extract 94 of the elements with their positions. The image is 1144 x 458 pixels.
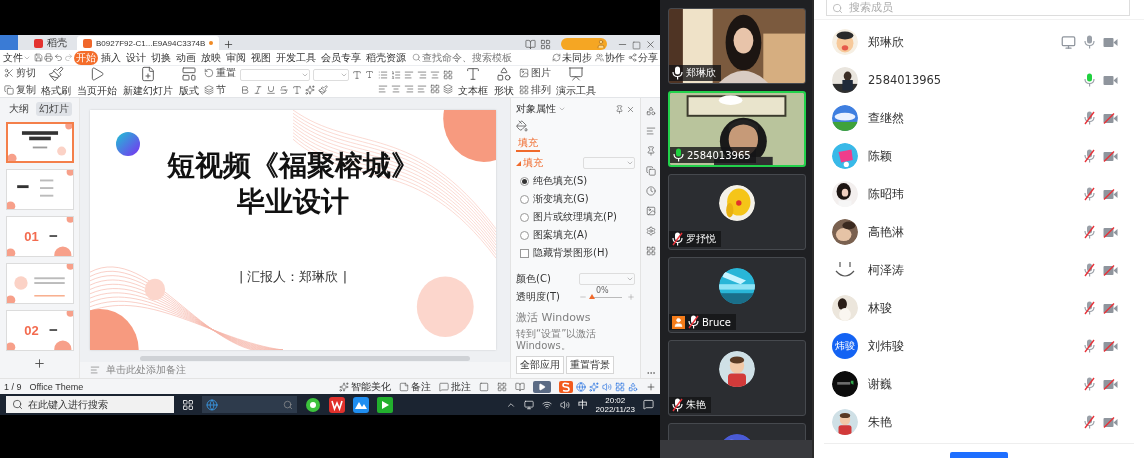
video-tile[interactable]: 郑琳欣 (668, 8, 806, 84)
member-row[interactable]: 炜骏 刘炜骏 (814, 327, 1144, 365)
panel-tab[interactable]: 大纲 (6, 102, 32, 116)
radio-option[interactable]: 渐变填充(G) (516, 192, 635, 206)
command-search-field[interactable]: 查找命令、搜索模板 (412, 52, 513, 63)
section-number: 02 (24, 323, 39, 338)
pane-button[interactable]: 重置背景 (566, 356, 614, 374)
video-tile[interactable]: 罗抒悦 (668, 174, 806, 250)
menu-tab[interactable]: 设计 (124, 50, 148, 65)
menu-tab[interactable]: 审阅 (224, 50, 248, 65)
member-name: 柯泽涛 (868, 262, 904, 278)
toolbar-button[interactable]: 形状 (493, 65, 515, 98)
member-row[interactable]: 陈颖 (814, 137, 1144, 175)
toolbar-button[interactable]: 版式 (178, 65, 200, 98)
menu-tab[interactable]: 视图 (249, 50, 273, 65)
toolbar-button[interactable]: 复制 (4, 83, 36, 97)
notes-placeholder[interactable]: 单击此处添加备注 (106, 363, 186, 377)
taskbar-search-field[interactable]: 在此键入进行搜索 (6, 396, 174, 413)
member-row[interactable]: 郑琳欣 (814, 23, 1144, 61)
status-button[interactable]: 备注 (399, 379, 431, 394)
toolbar-button[interactable]: 重置 (204, 66, 236, 80)
checkbox-option[interactable]: 隐藏背景图形(H) (516, 246, 635, 260)
pane-title: 对象属性 (516, 102, 556, 116)
member-row[interactable]: 高艳淋 (814, 213, 1144, 251)
member-name: 陈颖 (868, 148, 892, 164)
participant-name: Bruce (702, 316, 731, 328)
pane-button[interactable]: 全部应用 (516, 356, 564, 374)
radio-option[interactable]: 纯色填充(S) (516, 174, 635, 188)
member-name: 高艳淋 (868, 224, 904, 240)
presenter-text: | 汇报人：郑琳欣 | (239, 268, 347, 286)
toolbar-button[interactable]: 文本框 (457, 65, 489, 98)
member-name: 2584013965 (868, 73, 942, 87)
video-tile[interactable]: 2584013965 (668, 91, 806, 167)
toolbar-button[interactable]: 格式刷 (40, 65, 72, 98)
participant-name: 罗抒悦 (686, 232, 716, 246)
toolbar-button[interactable]: 当页开始 (76, 65, 118, 98)
radio-option[interactable]: 图案填充(A) (516, 228, 635, 242)
participant-name: 郑琳欣 (686, 66, 716, 80)
member-name: 查继然 (868, 110, 904, 126)
toolbar-button[interactable]: 新建幻灯片 (122, 65, 174, 98)
member-row[interactable]: 查继然 (814, 99, 1144, 137)
member-name: 刘炜骏 (868, 338, 904, 354)
menu-tab[interactable]: 文件 (1, 50, 33, 65)
menu-tab[interactable]: 放映 (199, 50, 223, 65)
radio-option[interactable]: 图片或纹理填充(P) (516, 210, 635, 224)
video-tile[interactable]: 朱艳 (668, 340, 806, 416)
activation-watermark: 转到“设置”以激活 Windows。 (516, 328, 598, 352)
participant-name: 朱艳 (686, 398, 706, 412)
member-row[interactable]: 陈昭玮 (814, 175, 1144, 213)
member-name: 朱艳 (868, 414, 892, 430)
status-button[interactable]: 批注 (439, 379, 471, 394)
participant-name: 2584013965 (687, 149, 751, 161)
menu-tab[interactable]: 动画 (174, 50, 198, 65)
menu-tab[interactable]: 插入 (99, 50, 123, 65)
menu-tab[interactable]: 切换 (149, 50, 173, 65)
member-row[interactable]: 柯泽涛 (814, 251, 1144, 289)
menu-tab[interactable]: 稻壳资源 (364, 50, 408, 65)
member-row[interactable]: 谢巍 (814, 365, 1144, 403)
toolbar-button[interactable]: 演示工具 (555, 65, 597, 98)
menu-tab[interactable]: 会员专享 (319, 50, 363, 65)
slide-title: 毕业设计 (237, 184, 349, 220)
toolbar-button[interactable]: 图片 (519, 66, 551, 80)
member-name: 陈昭玮 (868, 186, 904, 202)
theme-name: Office Theme (29, 381, 84, 392)
member-row[interactable]: 林骏 (814, 289, 1144, 327)
menu-tab[interactable]: 开发工具 (274, 50, 318, 65)
slide-counter: 1 / 9 (4, 381, 22, 392)
member-name: 林骏 (868, 300, 892, 316)
document-tab[interactable]: B0927F92-C1...E9A94C3374B (77, 36, 220, 50)
toolbar-button[interactable]: 剪切 (4, 66, 36, 80)
toolbar-button[interactable]: 排列 (519, 83, 551, 97)
member-row[interactable]: 朱艳 (814, 403, 1144, 441)
section-number: 01 (24, 229, 39, 244)
slide-title: 短视频《福聚榕城》 (167, 148, 419, 184)
member-name: 郑琳欣 (868, 34, 904, 50)
search-field[interactable]: 搜索成员 (826, 0, 1130, 16)
toolbar-button[interactable]: 分享 (627, 50, 659, 65)
toolbar-button[interactable]: 节 (204, 83, 236, 97)
slide-canvas[interactable]: 短视频《福聚榕城》 毕业设计 | 汇报人：郑琳欣 | (90, 110, 496, 350)
toolbar-button[interactable]: 协作 (594, 50, 626, 65)
activation-watermark: 激活 Windows (516, 312, 592, 324)
slider-value: 0% (596, 285, 609, 295)
avatar-initials: 炜骏 (832, 333, 858, 359)
video-tile[interactable]: Bruce (668, 257, 806, 333)
panel-tab[interactable]: 幻灯片 (36, 102, 72, 116)
field-label: 颜色(C) (516, 272, 551, 286)
taskbar-clock[interactable]: 20:02 2022/11/23 (595, 395, 635, 414)
input-language-indicator[interactable]: 中 (577, 397, 588, 412)
toolbar-button[interactable]: 未同步 (551, 50, 593, 65)
member-name: 谢巍 (868, 376, 892, 392)
field-label: 透明度(T) (516, 290, 560, 304)
status-button[interactable]: 智能美化 (339, 379, 391, 394)
document-tab[interactable]: 稻壳 (28, 36, 73, 50)
member-row[interactable]: 2584013965 (814, 61, 1144, 99)
